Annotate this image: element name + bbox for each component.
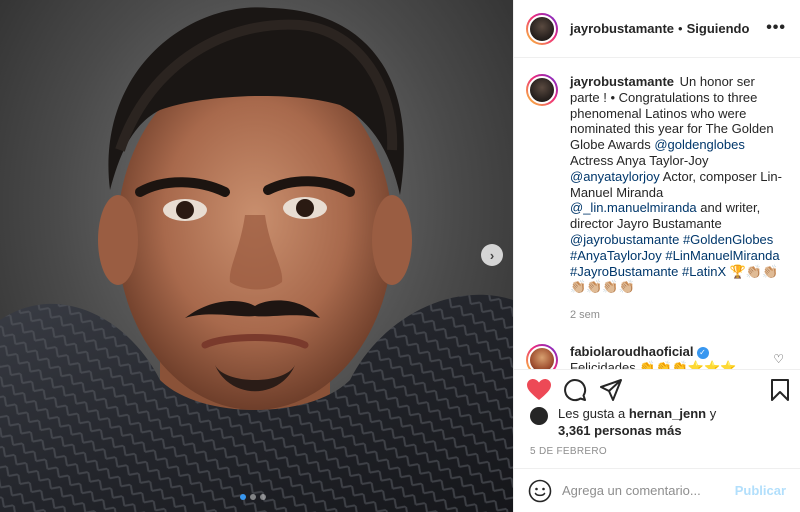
share-button[interactable] [598, 377, 624, 403]
carousel-dots [240, 494, 266, 500]
post-header: jayrobustamante • Siguiendo ••• [514, 0, 800, 58]
comments-list[interactable]: jayrobustamante Un honor ser parte ! • C… [514, 58, 800, 369]
author-avatar[interactable] [526, 12, 558, 45]
caption-avatar[interactable] [526, 74, 558, 106]
comment-like-icon[interactable]: ♡ [773, 352, 784, 366]
likes-joiner: y [706, 406, 717, 421]
hashtag-link[interactable]: #GoldenGlobes [683, 232, 773, 247]
liker-avatar[interactable] [530, 407, 548, 425]
likes-count[interactable]: 3,361 personas más [558, 423, 682, 438]
liker-username[interactable]: hernan_jenn [629, 406, 706, 421]
caption-timestamp[interactable]: 2 sem [570, 309, 788, 321]
commenter-avatar[interactable] [526, 344, 558, 369]
comment-input[interactable] [562, 483, 727, 498]
likes-prefix: Les gusta a [558, 406, 629, 421]
hashtag-link[interactable]: #LinManuelMiranda [665, 248, 779, 263]
caption: jayrobustamante Un honor ser parte ! • C… [526, 74, 788, 295]
post-photo[interactable]: › [0, 0, 513, 512]
publish-button[interactable]: Publicar [735, 483, 786, 498]
carousel-next-button[interactable]: › [481, 244, 503, 266]
save-button[interactable] [770, 378, 790, 407]
author-username[interactable]: jayrobustamante [570, 21, 674, 36]
following-button[interactable]: Siguiendo [687, 21, 750, 36]
carousel-dot [260, 494, 266, 500]
emoji-icon[interactable] [528, 479, 552, 503]
action-bar [514, 369, 800, 409]
comment-item: fabiolaroudhaoficial ✓ Felicidades 👏👏👏⭐⭐⭐… [526, 344, 788, 369]
mention-link[interactable]: @_lin.manuelmiranda [570, 200, 697, 215]
likes-text: Les gusta a hernan_jenn y 3,361 personas… [558, 405, 716, 439]
like-button[interactable] [526, 377, 552, 403]
separator-dot: • [678, 21, 683, 36]
carousel-dot [250, 494, 256, 500]
paper-plane-icon [600, 378, 622, 401]
hashtag-link[interactable]: #JayroBustamante [570, 264, 678, 279]
comment-body: fabiolaroudhaoficial ✓ Felicidades 👏👏👏⭐⭐⭐ [570, 344, 737, 369]
portrait-image [0, 7, 513, 512]
bookmark-icon [771, 379, 789, 401]
caption-username[interactable]: jayrobustamante [570, 74, 674, 89]
post-side-panel: jayrobustamante • Siguiendo ••• jayrobus… [513, 0, 800, 512]
likes-summary: Les gusta a hernan_jenn y 3,361 personas… [530, 405, 792, 439]
mention-link[interactable]: @jayrobustamante [570, 232, 679, 247]
commenter-username[interactable]: fabiolaroudhaoficial [570, 344, 694, 359]
comment-text: Felicidades 👏👏👏⭐⭐⭐ [570, 360, 737, 369]
comment-button[interactable] [562, 377, 588, 403]
mention-link[interactable]: @anyataylorjoy [570, 169, 660, 184]
add-comment-bar: Publicar [514, 468, 800, 512]
heart-filled-icon [527, 378, 551, 400]
caption-text-segment: Actress Anya Taylor-Joy [570, 152, 709, 168]
hashtag-link[interactable]: #LatinX [682, 264, 726, 279]
carousel-dot [240, 494, 246, 500]
comment-bubble-icon [564, 378, 587, 401]
mention-link[interactable]: @goldenglobes [654, 137, 745, 152]
chevron-right-icon: › [489, 247, 495, 263]
verified-badge-icon: ✓ [696, 347, 709, 360]
more-options-icon[interactable]: ••• [766, 20, 786, 36]
post-date[interactable]: 5 DE FEBRERO [530, 446, 607, 457]
hashtag-link[interactable]: #AnyaTaylorJoy [570, 248, 662, 263]
caption-text: jayrobustamante Un honor ser parte ! • C… [570, 74, 782, 295]
